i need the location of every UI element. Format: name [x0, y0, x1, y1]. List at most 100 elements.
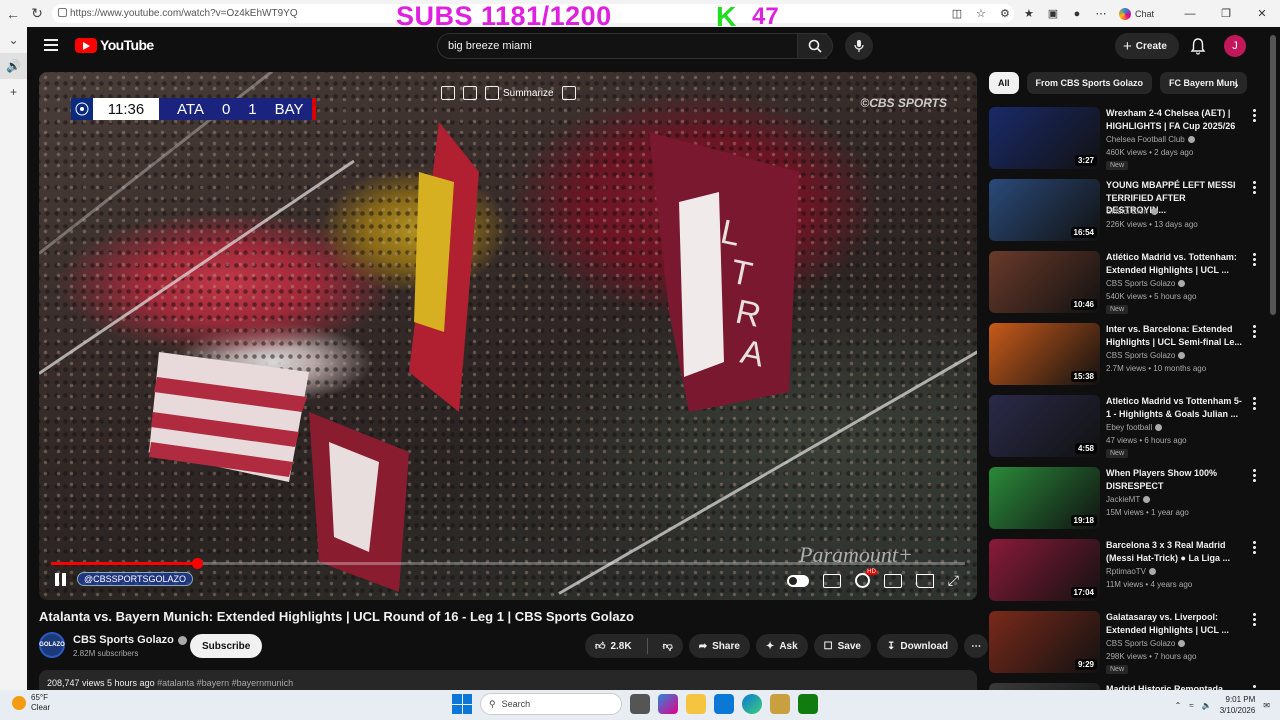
- chevron-right-icon[interactable]: ›: [1234, 76, 1239, 92]
- channel-name[interactable]: CBS Sports Golazo: [1106, 639, 1186, 648]
- restore-icon[interactable]: ❐: [1208, 0, 1244, 27]
- recommendation-item[interactable]: 4:58 Atletico Madrid vs Tottenham 5-1 - H…: [989, 395, 1262, 467]
- video-title[interactable]: Inter vs. Barcelona: Extended Highlights…: [1106, 323, 1246, 348]
- more-vertical-icon[interactable]: [1253, 613, 1256, 626]
- channel-name-link[interactable]: CBS Sports Golazo: [73, 634, 187, 646]
- refresh-icon[interactable]: ↻: [26, 3, 48, 25]
- description-box[interactable]: 208,747 views 5 hours ago #atalanta #bay…: [39, 670, 977, 690]
- weather-widget[interactable]: 65°F Clear: [12, 693, 50, 713]
- progress-bar[interactable]: [51, 558, 965, 569]
- video-title[interactable]: Wrexham 2-4 Chelsea (AET) | HIGHLIGHTS |…: [1106, 107, 1246, 132]
- more-vertical-icon[interactable]: [1253, 181, 1256, 194]
- extensions-icon[interactable]: ⚙: [993, 0, 1017, 27]
- video-title[interactable]: Galatasaray vs. Liverpool: Extended High…: [1106, 611, 1246, 636]
- recommendation-item[interactable]: 10:46 Atlético Madrid vs. Tottenham: Exte…: [989, 251, 1262, 323]
- collections-icon[interactable]: ▣: [1041, 0, 1065, 27]
- recommendation-item[interactable]: 15:38 Inter vs. Barcelona: Extended Highl…: [989, 323, 1262, 395]
- picture-in-picture-icon[interactable]: [463, 86, 477, 100]
- page-scrollbar[interactable]: [1270, 35, 1276, 315]
- taskbar-clock[interactable]: 9:01 PM 3/10/2026: [1220, 694, 1256, 716]
- search-button[interactable]: [797, 33, 833, 59]
- close-icon[interactable]: ✕: [1244, 0, 1280, 27]
- video-title[interactable]: Atletico Madrid vs Tottenham 5-1 - Highl…: [1106, 395, 1246, 420]
- cast-icon[interactable]: [915, 573, 934, 588]
- video-title[interactable]: Barcelona 3 x 3 Real Madrid (Messi Hat-T…: [1106, 539, 1246, 564]
- video-thumbnail[interactable]: 16:54: [989, 179, 1100, 241]
- recommendation-item[interactable]: 9:29 Galatasaray vs. Liverpool: Extended …: [989, 611, 1262, 683]
- more-options-icon[interactable]: ⋯: [1089, 0, 1113, 27]
- dislike-button[interactable]: 👎︎: [653, 634, 683, 658]
- copilot-app-icon[interactable]: [658, 694, 678, 714]
- minimize-icon[interactable]: —: [1172, 0, 1208, 27]
- subscribe-button[interactable]: Subscribe: [190, 634, 263, 658]
- ask-button[interactable]: ✦ Ask: [755, 634, 808, 658]
- settings-gear-icon[interactable]: [854, 569, 877, 588]
- more-vertical-icon[interactable]: [1253, 253, 1256, 266]
- volume-icon[interactable]: 🔈: [1202, 701, 1212, 710]
- wifi-icon[interactable]: ≈: [1189, 701, 1193, 710]
- filter-chip[interactable]: From CBS Sports Golazo: [1026, 72, 1153, 94]
- channel-name[interactable]: RptimaoTV: [1106, 567, 1157, 576]
- filter-chip[interactable]: All: [989, 72, 1019, 94]
- share-button[interactable]: ➦ Share: [688, 634, 750, 658]
- recommendation-item[interactable]: 16:54 YOUNG MBAPPÉ LEFT MESSI TERRIFIED A…: [989, 179, 1262, 251]
- chevron-up-icon[interactable]: ⌃: [1175, 701, 1182, 710]
- miniplayer-icon[interactable]: [883, 573, 902, 588]
- video-thumbnail[interactable]: 4:58: [989, 395, 1100, 457]
- notifications-bell-icon[interactable]: [1189, 37, 1207, 55]
- captions-icon[interactable]: [822, 573, 841, 588]
- windows-start-icon[interactable]: [452, 694, 472, 714]
- video-thumbnail[interactable]: 19:18: [989, 467, 1100, 529]
- edge-browser-icon[interactable]: [742, 694, 762, 714]
- more-vertical-icon[interactable]: [1253, 397, 1256, 410]
- channel-avatar[interactable]: GOLAZO: [39, 632, 65, 658]
- video-title[interactable]: When Players Show 100% DISRESPECT: [1106, 467, 1246, 492]
- channel-name[interactable]: CBS Sports Golazo: [1106, 351, 1186, 360]
- hamburger-menu-icon[interactable]: [44, 39, 58, 51]
- task-view-icon[interactable]: [630, 694, 650, 714]
- video-thumbnail[interactable]: 15:38: [989, 323, 1100, 385]
- video-thumbnail[interactable]: 9:29: [989, 611, 1100, 673]
- favorite-star-icon[interactable]: ☆: [969, 0, 993, 27]
- video-player[interactable]: L T R A 11:36 ATA 0 1 BAY ©CBS SPORTS Su…: [39, 72, 977, 600]
- favorites-icon[interactable]: ★: [1017, 0, 1041, 27]
- more-actions-button[interactable]: ⋯: [964, 634, 989, 658]
- file-explorer-icon[interactable]: [686, 694, 706, 714]
- fullscreen-icon[interactable]: ⤢: [948, 572, 959, 589]
- like-button[interactable]: 👍︎ 2.8K: [585, 634, 642, 658]
- recommendation-item[interactable]: 19:18 When Players Show 100% DISRESPECT Ja…: [989, 467, 1262, 539]
- search-input[interactable]: big breeze miami ✕: [437, 33, 827, 59]
- split-screen-icon[interactable]: ◫: [945, 0, 969, 27]
- chevron-down-icon[interactable]: ⌄: [0, 27, 27, 53]
- audio-tab-icon[interactable]: 🔊: [0, 53, 27, 79]
- youtube-logo[interactable]: YouTube: [75, 37, 154, 53]
- channel-name[interactable]: JackieMT: [1106, 495, 1151, 504]
- voice-search-button[interactable]: [845, 32, 873, 60]
- channel-name[interactable]: Ebey football: [1106, 423, 1163, 432]
- download-button[interactable]: ↧ Download: [877, 634, 959, 658]
- taskbar-search[interactable]: ⚲ Search: [480, 693, 622, 715]
- back-icon[interactable]: ←: [2, 3, 24, 25]
- notifications-icon[interactable]: ✉: [1263, 701, 1270, 710]
- video-thumbnail[interactable]: 17:04: [989, 539, 1100, 601]
- pause-icon[interactable]: [55, 572, 67, 586]
- more-vertical-icon[interactable]: [1253, 109, 1256, 122]
- add-tab-icon[interactable]: +: [0, 79, 27, 105]
- more-vertical-icon[interactable]: [1253, 325, 1256, 338]
- hashtags[interactable]: #atalanta #bayern #bayernmunich: [157, 678, 293, 688]
- translate-icon[interactable]: [561, 86, 576, 100]
- account-avatar[interactable]: J: [1224, 35, 1246, 57]
- recommendation-item[interactable]: 3:27 Wrexham 2-4 Chelsea (AET) | HIGHLIGH…: [989, 107, 1262, 179]
- channel-name[interactable]: CBS Sports Golazo: [1106, 279, 1186, 288]
- save-button[interactable]: ☐ Save: [813, 634, 871, 658]
- autoplay-toggle[interactable]: [786, 574, 809, 587]
- video-thumbnail[interactable]: 3:27: [989, 107, 1100, 169]
- recommendation-item[interactable]: 17:04 Barcelona 3 x 3 Real Madrid (Messi …: [989, 539, 1262, 611]
- profile-icon[interactable]: ●: [1065, 0, 1089, 27]
- copilot-chat-button[interactable]: Chat: [1118, 7, 1154, 20]
- video-thumbnail[interactable]: 10:46: [989, 251, 1100, 313]
- channel-name[interactable]: Skibidi Elon: [1106, 207, 1158, 216]
- store-icon[interactable]: [714, 694, 734, 714]
- summarize-button[interactable]: Summarize: [485, 86, 554, 100]
- more-vertical-icon[interactable]: [1253, 469, 1256, 482]
